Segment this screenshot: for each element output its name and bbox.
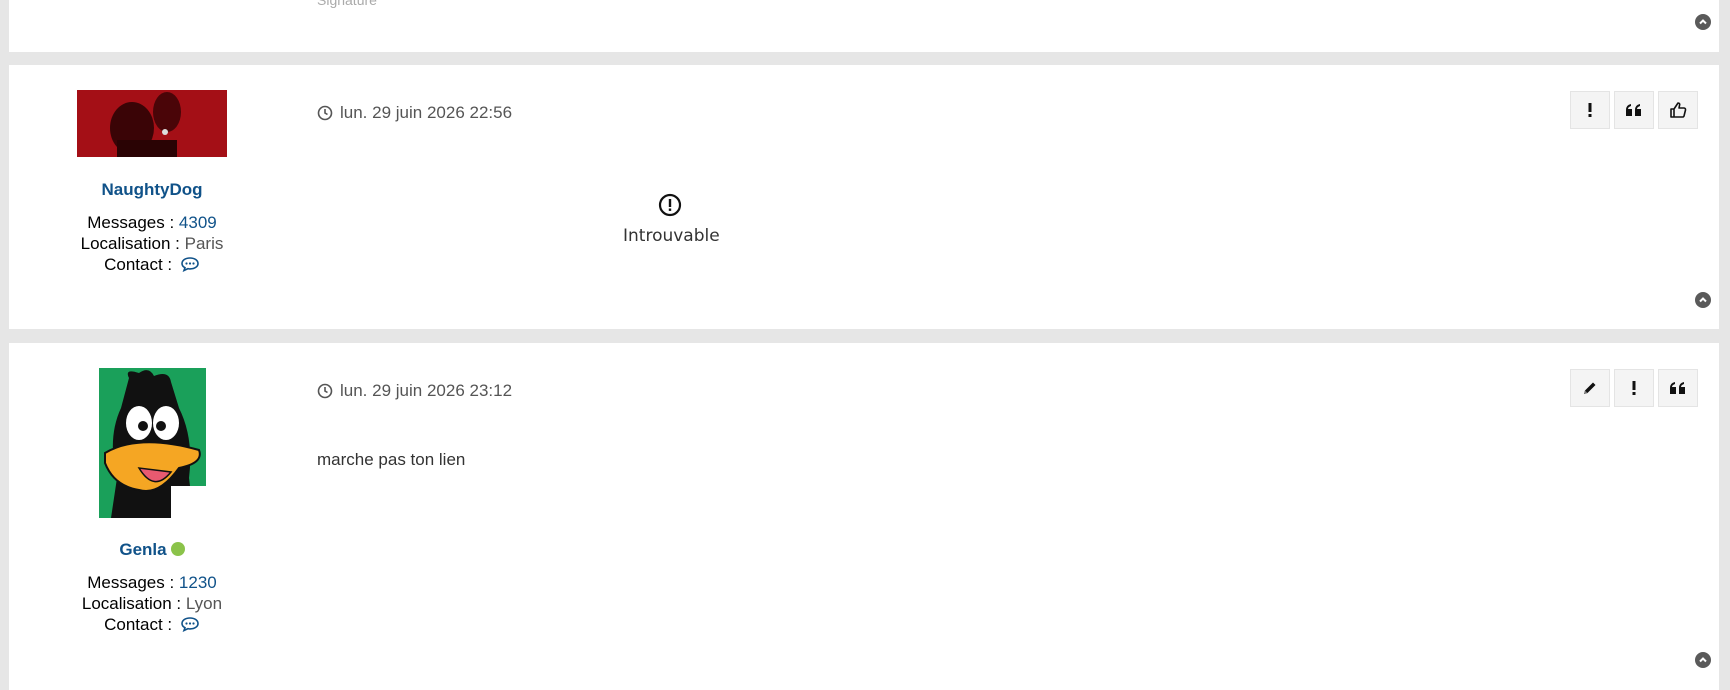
chat-icon[interactable] xyxy=(180,616,200,633)
messages-label: Messages : xyxy=(87,213,175,232)
location-value: Paris xyxy=(184,234,224,253)
clock-icon xyxy=(317,383,333,399)
chevron-up-icon xyxy=(1699,19,1707,25)
report-icon xyxy=(1588,103,1592,117)
post-actions xyxy=(1570,369,1698,407)
username-link[interactable]: NaughtyDog xyxy=(9,180,295,200)
not-found-label: Introuvable xyxy=(623,226,720,246)
thumbs-up-icon xyxy=(1670,102,1687,118)
report-icon xyxy=(1632,381,1636,395)
quote-icon xyxy=(1626,104,1641,116)
username-link[interactable]: Genla xyxy=(9,540,295,560)
back-to-top-button[interactable] xyxy=(1695,14,1711,30)
chat-icon[interactable] xyxy=(180,256,200,273)
post-panel: Genla Messages : 1230 Localisation : Lyo… xyxy=(9,343,1719,690)
like-button[interactable] xyxy=(1658,91,1698,129)
not-found-notice: Introuvable xyxy=(623,193,720,246)
post-actions xyxy=(1570,91,1698,129)
report-button[interactable] xyxy=(1614,369,1654,407)
online-status-indicator xyxy=(170,542,185,556)
username-text: Genla xyxy=(119,540,167,559)
location-value: Lyon xyxy=(185,594,223,613)
signature-text: Signature xyxy=(317,0,377,8)
avatar[interactable] xyxy=(77,90,227,157)
post-profile: NaughtyDog Messages : 4309 Localisation … xyxy=(9,90,295,275)
avatar[interactable] xyxy=(98,368,206,518)
chevron-up-icon xyxy=(1699,657,1707,663)
contact-label: Contact : xyxy=(104,615,173,634)
clock-icon xyxy=(317,105,333,121)
chevron-up-icon xyxy=(1699,297,1707,303)
messages-label: Messages : xyxy=(87,573,175,592)
post-panel: NaughtyDog Messages : 4309 Localisation … xyxy=(9,65,1719,329)
location-label: Localisation : xyxy=(81,594,182,613)
edit-button[interactable] xyxy=(1570,369,1610,407)
post-date: lun. 29 juin 2026 23:12 xyxy=(317,381,512,401)
contact-label: Contact : xyxy=(104,255,173,274)
back-to-top-button[interactable] xyxy=(1695,652,1711,668)
report-button[interactable] xyxy=(1570,91,1610,129)
post-panel-previous: Signature xyxy=(9,0,1719,52)
post-date-text: lun. 29 juin 2026 22:56 xyxy=(340,103,513,122)
quote-button[interactable] xyxy=(1614,91,1654,129)
messages-count-link[interactable]: 4309 xyxy=(179,213,217,232)
post-content: marche pas ton lien xyxy=(317,450,466,469)
quote-icon xyxy=(1670,382,1685,394)
messages-count-link[interactable]: 1230 xyxy=(179,573,217,592)
post-profile: Genla Messages : 1230 Localisation : Lyo… xyxy=(9,368,295,635)
location-label: Localisation : xyxy=(80,234,180,253)
post-date: lun. 29 juin 2026 22:56 xyxy=(317,103,512,123)
post-date-text: lun. 29 juin 2026 23:12 xyxy=(340,381,513,400)
back-to-top-button[interactable] xyxy=(1695,292,1711,308)
quote-button[interactable] xyxy=(1658,369,1698,407)
alert-circle-icon xyxy=(658,193,681,217)
pencil-icon xyxy=(1584,382,1596,394)
